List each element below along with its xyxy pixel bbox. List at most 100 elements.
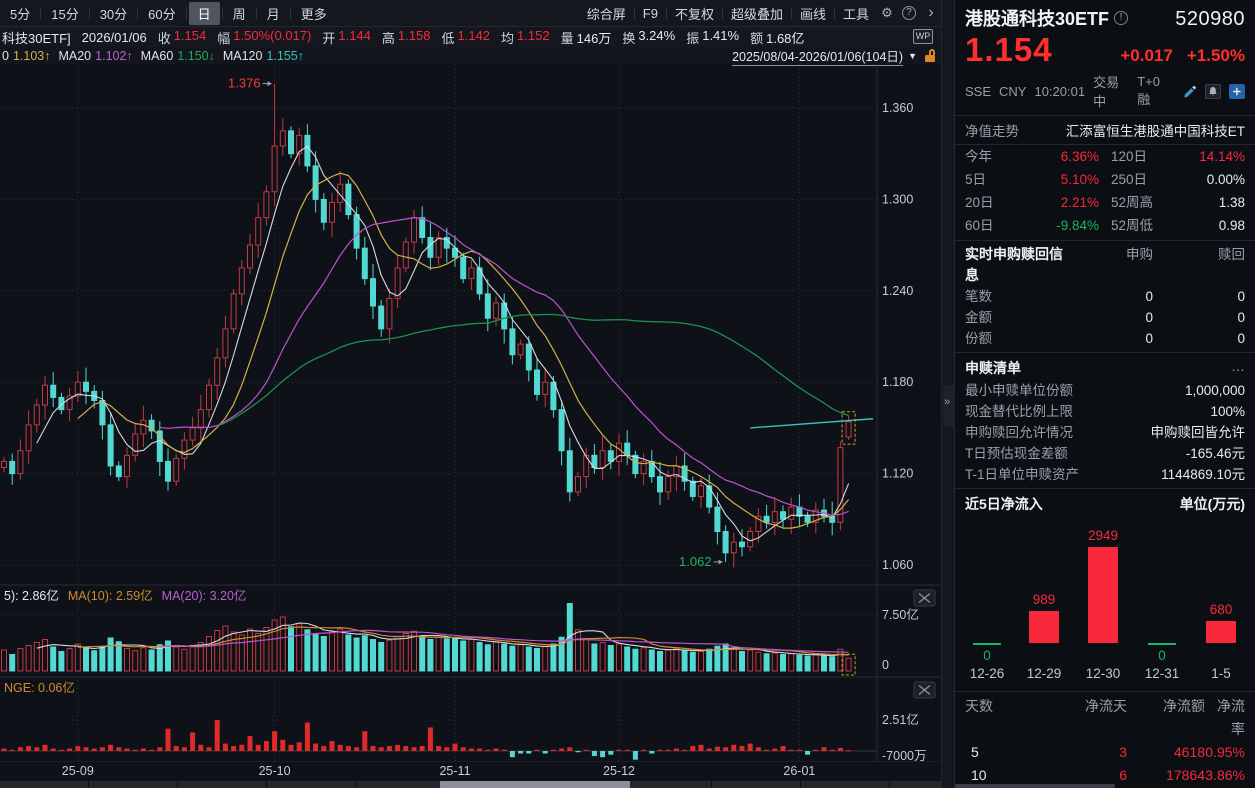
volume-bar (305, 630, 310, 671)
redeem-value: 0 (1153, 307, 1245, 328)
candle-body (272, 146, 277, 192)
more-ellipsis-icon[interactable]: … (1231, 358, 1245, 378)
flow-bar (805, 751, 810, 755)
unlock-icon[interactable] (925, 49, 936, 63)
flow-bar (436, 746, 441, 751)
chart-area[interactable]: 1.3761.0621.3601.3001.2401.1801.1201.060… (0, 64, 941, 762)
alert-bell-icon[interactable] (1205, 84, 1221, 99)
flow-bar (772, 749, 777, 751)
period-tab-更多[interactable]: 更多 (291, 2, 337, 25)
flow-bar (764, 750, 769, 751)
volume-bar (699, 652, 704, 672)
volume-bar (84, 648, 89, 671)
candle-body (51, 385, 56, 397)
flow-bar (272, 731, 277, 751)
candle-body (723, 531, 728, 552)
info-field-value: 1.152 (517, 28, 550, 47)
flow-table-header-cell: 净流额 (1127, 695, 1205, 741)
candle-body (239, 268, 244, 294)
realtime-rows: 笔数00金额00份额00 (955, 286, 1255, 349)
panel-scrollbar[interactable] (955, 784, 1115, 788)
quote-time: 10:20:01 (1034, 84, 1085, 99)
chart-horizontal-scrollbar[interactable] (0, 781, 941, 788)
menu-item-0[interactable]: 综合屏 (579, 2, 634, 25)
flow-table-header-cell: 净流天 (1017, 695, 1127, 741)
perf-label: 5日 (965, 169, 1015, 190)
menu-item-1[interactable]: F9 (635, 4, 666, 23)
ma-label: MA60 (141, 49, 174, 63)
visible-date-range[interactable]: 2025/08/04-2026/01/06(104日) (732, 46, 903, 66)
volume-bar (535, 649, 540, 672)
menu-item-2[interactable]: 不复权 (667, 2, 722, 25)
flow-bar (715, 747, 720, 751)
menu-item-3[interactable]: 超级叠加 (723, 2, 791, 25)
expand-toolbar-icon[interactable]: › (921, 4, 941, 22)
candle-body (2, 461, 7, 467)
help-icon[interactable]: ? (902, 6, 916, 20)
wp-tool-icon[interactable]: WP (913, 29, 933, 44)
volume-bar (428, 640, 433, 672)
flow-bar (239, 745, 244, 751)
volume-bar (764, 654, 769, 671)
candle-body (625, 443, 630, 455)
add-watchlist-icon[interactable] (1229, 84, 1245, 99)
period-tab-60分[interactable]: 60分 (138, 2, 185, 25)
period-tab-5分[interactable]: 5分 (0, 2, 40, 25)
col-redeem: 赎回 (1153, 244, 1245, 286)
period-tab-30分[interactable]: 30分 (90, 2, 137, 25)
flow-bar (453, 744, 458, 751)
volume-bar (149, 650, 154, 671)
price-tick-label: 1.240 (882, 284, 913, 298)
nav-trend-row[interactable]: 净值走势 汇添富恒生港股通中国科技ET (955, 116, 1255, 145)
flow-bar (157, 747, 162, 751)
flow-bar (600, 751, 605, 757)
period-tab-月[interactable]: 月 (257, 2, 290, 25)
subscribe-value: 0 (1075, 286, 1153, 307)
volume-bar (223, 626, 228, 671)
flow-bar (43, 745, 48, 751)
panel-collapse-strip[interactable]: » (941, 0, 955, 788)
edit-pencil-icon[interactable] (1182, 84, 1198, 99)
candle-body (100, 400, 105, 424)
flow-bar (608, 751, 613, 755)
info-field-label: 量 (561, 28, 574, 47)
creation-list-section: 申赎清单 … 最小申赎单位份额1,000,000现金替代比例上限100%申购赎回… (955, 352, 1255, 485)
info-field-label: 额 (750, 28, 763, 47)
quote-info-bar: 科技30ETF] 2026/01/06 收1.154幅1.50%(0.017)开… (0, 27, 941, 47)
scrollbar-thumb[interactable] (440, 781, 630, 788)
settings-gear-icon[interactable]: ⚙ (877, 5, 897, 21)
range-collapse-icon[interactable]: ▼ (908, 51, 917, 61)
period-tab-15分[interactable]: 15分 (41, 2, 88, 25)
kline-chart-svg[interactable]: 1.3761.0621.3601.3001.2401.1801.1201.060… (0, 64, 941, 762)
flow-table-rows: 5346180.95%106178643.86%2012340037.28% (955, 741, 1255, 788)
period-tab-周[interactable]: 周 (223, 2, 256, 25)
close-panel-button[interactable] (914, 590, 935, 606)
menu-item-5[interactable]: 工具 (835, 2, 877, 25)
volume-bar (461, 641, 466, 671)
flow-bar (182, 747, 187, 751)
candle-body (731, 542, 736, 553)
info-field: 开1.144 (322, 28, 371, 47)
candle-body (313, 166, 318, 200)
menu-item-4[interactable]: 画线 (792, 2, 834, 25)
info-field-label: 开 (322, 28, 335, 47)
flow-bar (289, 745, 294, 751)
flow-bar (100, 747, 105, 751)
volume-bar (641, 648, 646, 671)
info-field: 幅1.50%(0.017) (217, 28, 311, 47)
flow-bar (543, 751, 548, 753)
flow-bar (387, 746, 392, 751)
info-circle-icon[interactable]: ! (1114, 11, 1128, 25)
quote-meta-row: SSE CNY 10:20:01 交易中 T+0 融 (955, 69, 1255, 116)
volume-bar (330, 632, 335, 671)
close-panel-button[interactable] (914, 682, 935, 698)
perf-value: 5.10% (1015, 169, 1099, 190)
ma-item: MA601.150↓ (141, 49, 215, 63)
info-field: 量146万 (561, 28, 612, 47)
candle-body (707, 486, 712, 507)
flow-bar (502, 750, 507, 751)
period-tab-日[interactable]: 日 (189, 2, 220, 25)
flow-bar (813, 750, 818, 751)
volume-bar (617, 644, 622, 671)
flow-bar (617, 750, 622, 751)
